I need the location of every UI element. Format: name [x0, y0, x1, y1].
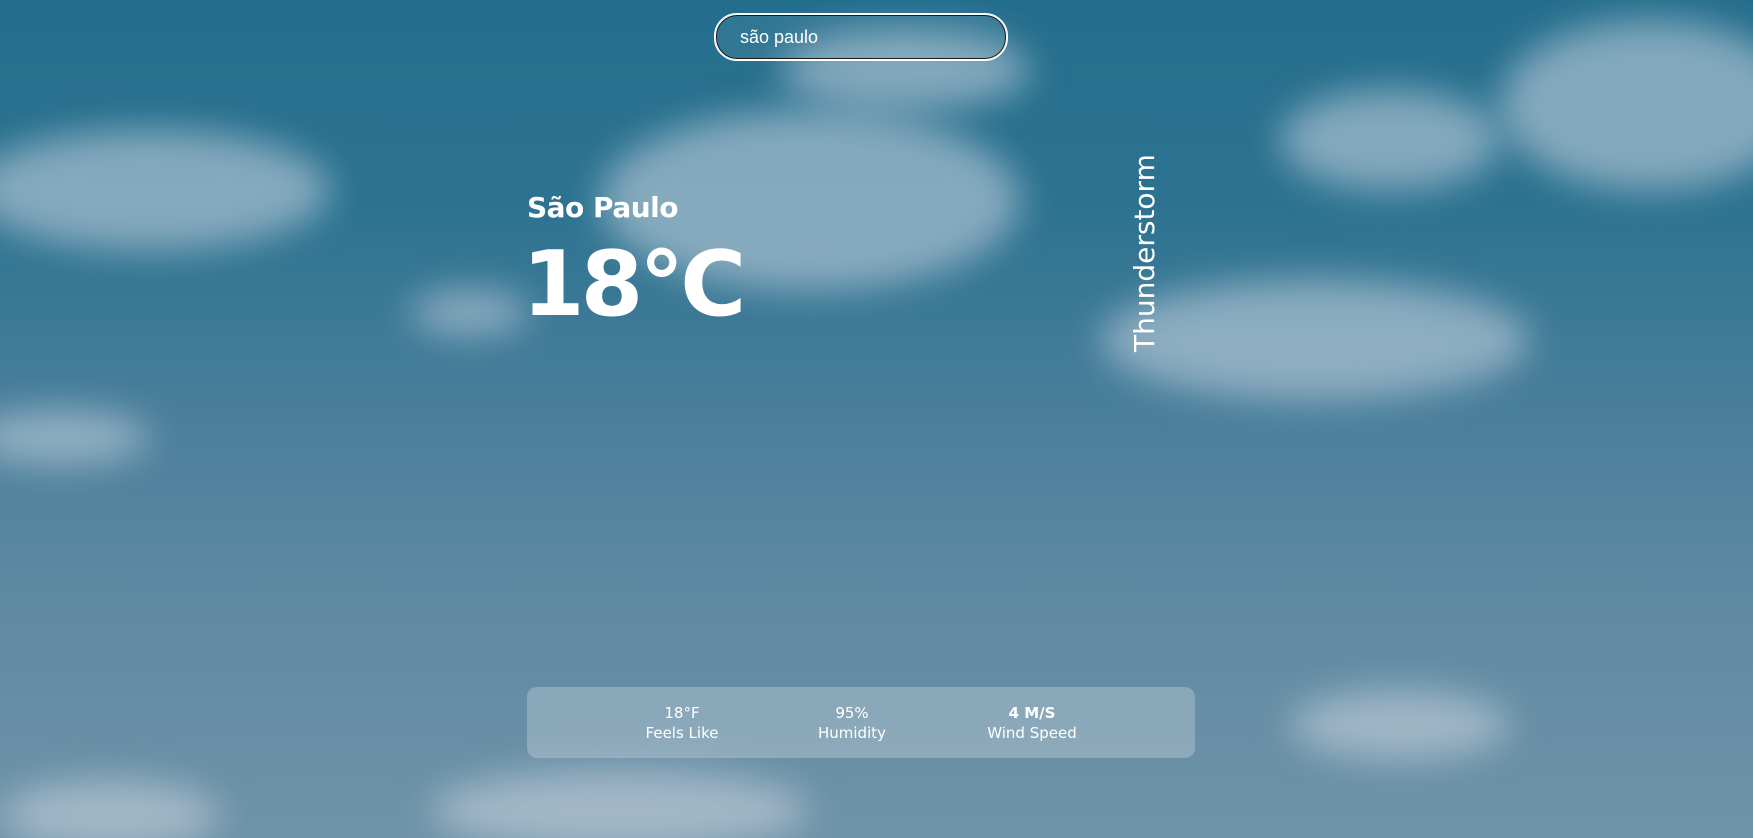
humidity-label: Humidity — [817, 724, 887, 742]
wind-speed-value: 4 M/S — [1008, 704, 1056, 722]
weather-stats-panel: 18°F Feels Like 95% Humidity 4 M/S Wind … — [527, 687, 1195, 758]
search-bar — [714, 13, 1008, 61]
weather-condition: Thunderstorm — [1128, 154, 1161, 352]
feels-like-label: Feels Like — [645, 724, 719, 742]
wind-speed-label: Wind Speed — [987, 724, 1077, 742]
search-input[interactable] — [714, 13, 1008, 61]
humidity-stat: 95% Humidity — [818, 703, 886, 743]
temperature-value: 18°C — [522, 232, 746, 337]
feels-like-value: 18°F — [664, 704, 700, 722]
humidity-value: 95% — [835, 704, 869, 722]
feels-like-stat: 18°F Feels Like — [646, 703, 719, 743]
location-name: São Paulo — [527, 191, 678, 224]
wind-speed-stat: 4 M/S Wind Speed — [987, 703, 1077, 743]
